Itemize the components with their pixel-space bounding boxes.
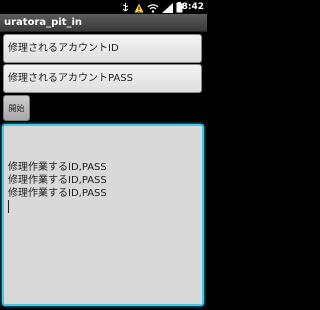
status-icons xyxy=(120,1,183,13)
log-textarea[interactable]: 修理作業するID,PASS 修理作業するID,PASS 修理作業するID,PAS… xyxy=(2,124,204,306)
status-bar: 18:42 xyxy=(0,0,207,14)
account-pass-value: 修理されるアカウントPASS xyxy=(8,73,133,84)
account-id-value: 修理されるアカウントID xyxy=(8,43,119,54)
account-pass-input[interactable]: 修理されるアカウントPASS xyxy=(3,64,202,93)
log-line: 修理作業するID,PASS xyxy=(8,188,107,199)
app-title: uratora_pit_in xyxy=(4,17,83,28)
title-bar: uratora_pit_in xyxy=(0,14,207,32)
account-id-input[interactable]: 修理されるアカウントID xyxy=(3,34,202,63)
log-line: 修理作業するID,PASS xyxy=(8,175,107,186)
start-button[interactable]: 開始 xyxy=(3,95,30,121)
log-line: 修理作業するID,PASS xyxy=(8,162,107,173)
log-lines: 修理作業するID,PASS 修理作業するID,PASS 修理作業するID,PAS… xyxy=(8,161,107,200)
text-cursor xyxy=(8,200,9,213)
status-time: 18:42 xyxy=(175,2,204,12)
